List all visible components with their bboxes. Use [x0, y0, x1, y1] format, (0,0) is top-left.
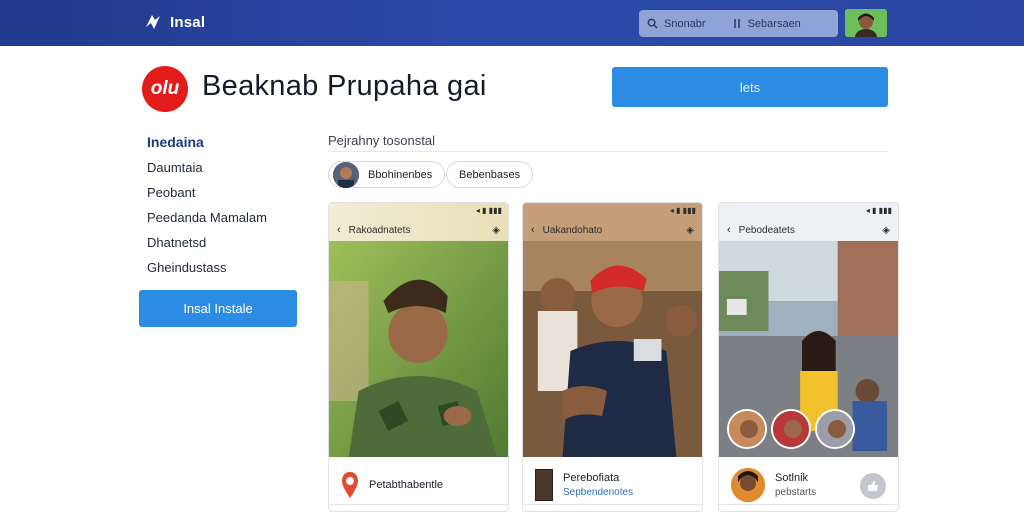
channel-logo: olu — [142, 66, 188, 112]
brand-logo-icon — [146, 15, 160, 29]
card-header-title: Pebodeatets — [738, 224, 795, 236]
post-thumbnail — [535, 469, 553, 501]
search-icon — [647, 18, 658, 29]
filter-icon — [733, 19, 740, 28]
card-divider — [719, 504, 898, 505]
card-footer-title: Petabthabentle — [369, 479, 444, 491]
tag-icon[interactable]: ◈ — [882, 225, 890, 236]
brand-name: Insal — [170, 13, 206, 31]
card-footer: Perebofiata Sepbendenotes — [523, 457, 702, 511]
install-button[interactable]: Insal Instale — [139, 290, 297, 327]
card-footer-title: Perebofiata — [563, 472, 620, 484]
user-avatar-image — [845, 9, 887, 37]
react-button[interactable] — [860, 473, 886, 499]
card-footer: Petabthabentle — [329, 457, 508, 511]
card-footer-subtitle[interactable]: Sepbendenotes — [563, 487, 633, 498]
phone-status-bar: ◂ ▮ ▮▮▮ — [719, 203, 898, 219]
post-card[interactable]: ◂ ▮ ▮▮▮ ‹ Uakandohato ◈ Perebofiata Sepb… — [522, 202, 703, 512]
card-header-title: Rakoadnatets — [348, 224, 411, 236]
sidebar-nav: Inedaina Daumtaia Peobant Peedanda Mamal… — [147, 134, 307, 284]
card-divider — [329, 504, 508, 505]
post-photo — [523, 241, 702, 457]
filter-chip-2[interactable]: Bebenbases — [446, 161, 534, 188]
chip-avatar — [333, 161, 359, 188]
search-segment-1[interactable]: Snonabr — [647, 18, 706, 30]
back-arrow-icon[interactable]: ‹ — [531, 224, 535, 236]
participant-avatar[interactable] — [727, 409, 767, 449]
card-header-title: Uakandohato — [542, 224, 603, 236]
sidebar-item-dhatnetsd[interactable]: Dhatnetsd — [147, 234, 307, 259]
page-title: Beaknab Prupaha gai — [202, 70, 487, 102]
location-pin-icon — [342, 472, 358, 498]
participant-avatar[interactable] — [815, 409, 855, 449]
search-segment-2[interactable]: Sebarsaen — [732, 18, 801, 30]
sidebar-item-peobant[interactable]: Peobant — [147, 184, 307, 209]
section-divider — [328, 151, 888, 152]
card-header: ‹ Uakandohato ◈ — [523, 219, 702, 241]
sidebar-item-daumtaia[interactable]: Daumtaia — [147, 159, 307, 184]
card-footer-title: Sotlnik — [775, 472, 809, 484]
card-footer-subtitle: pebstarts — [775, 487, 817, 498]
back-arrow-icon[interactable]: ‹ — [337, 224, 341, 236]
sidebar-item-gheindustass[interactable]: Gheindustass — [147, 259, 307, 284]
chip-1-label: Bbohinenbes — [368, 168, 433, 181]
participant-avatar[interactable] — [771, 409, 811, 449]
tag-icon[interactable]: ◈ — [492, 225, 500, 236]
user-avatar[interactable] — [845, 9, 887, 37]
author-avatar[interactable] — [731, 468, 765, 502]
top-app-bar: Insal Snonabr Sebarsaen — [0, 0, 1024, 46]
post-photo — [329, 241, 508, 457]
sidebar-item-inedaina[interactable]: Inedaina — [147, 134, 307, 159]
thumbs-up-icon — [868, 481, 878, 491]
card-header: ‹ Rakoadnatets ◈ — [329, 219, 508, 241]
phone-status-bar: ◂ ▮ ▮▮▮ — [523, 203, 702, 219]
post-card[interactable]: ◂ ▮ ▮▮▮ ‹ Rakoadnatets ◈ Petabthabentle — [328, 202, 509, 512]
card-header: ‹ Pebodeatets ◈ — [719, 219, 898, 241]
back-arrow-icon[interactable]: ‹ — [727, 224, 731, 236]
section-title: Pejrahny tosonstal — [328, 133, 435, 148]
search-bar[interactable]: Snonabr Sebarsaen — [639, 10, 838, 37]
post-card[interactable]: ◂ ▮ ▮▮▮ ‹ Pebodeatets ◈ Sotlnik pebstart… — [718, 202, 899, 512]
search-segment-1-label: Snonabr — [664, 17, 706, 30]
card-divider — [523, 504, 702, 505]
brand[interactable]: Insal — [142, 11, 205, 33]
filter-chip-1[interactable]: Bbohinenbes — [328, 161, 446, 188]
sidebar-item-peedanda-mamalam[interactable]: Peedanda Mamalam — [147, 209, 307, 234]
card-footer: Sotlnik pebstarts — [719, 457, 898, 511]
primary-action-button[interactable]: lets — [612, 67, 888, 107]
chip-2-label: Bebenbases — [459, 168, 521, 181]
participant-avatars — [727, 409, 855, 449]
search-segment-2-label: Sebarsaen — [747, 17, 801, 30]
tag-icon[interactable]: ◈ — [686, 225, 694, 236]
phone-status-bar: ◂ ▮ ▮▮▮ — [329, 203, 508, 219]
